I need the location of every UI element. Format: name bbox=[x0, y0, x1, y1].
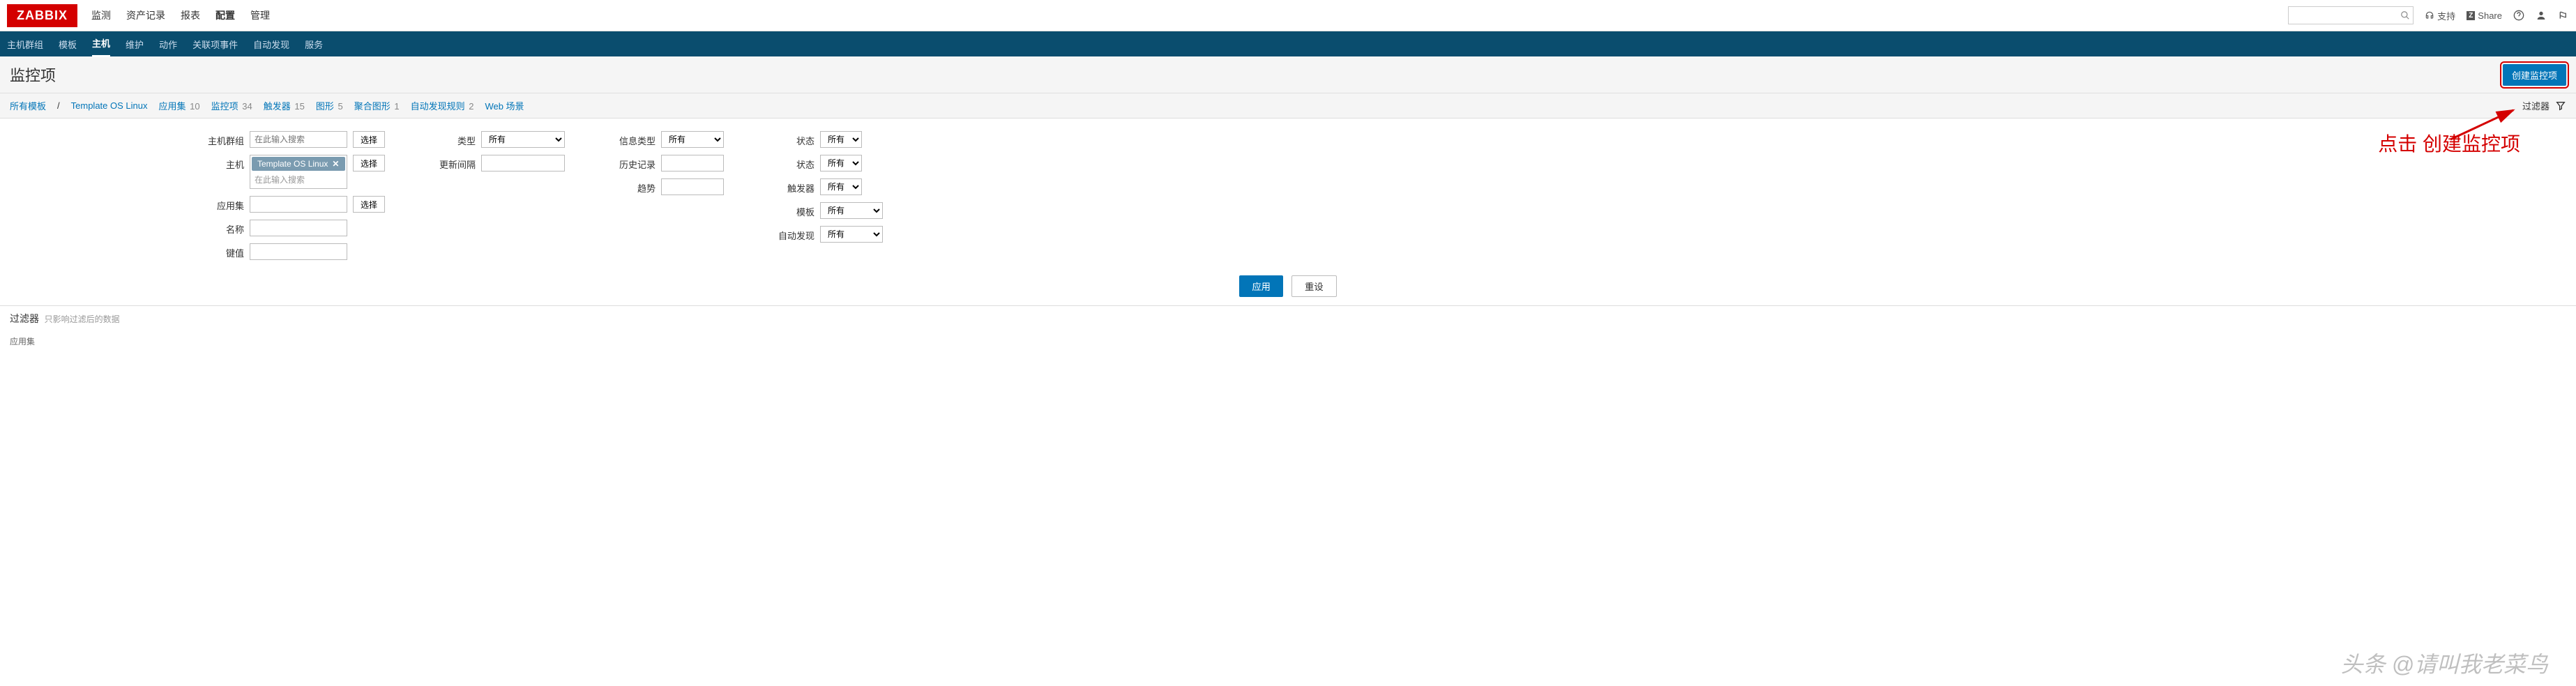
page-title: 监控项 bbox=[10, 63, 2503, 86]
appset-footer-label: 应用集 bbox=[0, 331, 2576, 351]
label-trend: 趋势 bbox=[607, 178, 656, 195]
subnav-hosts[interactable]: 主机 bbox=[92, 31, 110, 57]
state2-select[interactable]: 所有 bbox=[820, 155, 862, 172]
nav-inventory[interactable]: 资产记录 bbox=[126, 8, 165, 22]
state1-select[interactable]: 所有 bbox=[820, 131, 862, 148]
tab-discovery-rules[interactable]: 自动发现规则 2 bbox=[411, 99, 474, 112]
interval-input[interactable] bbox=[481, 155, 565, 172]
label-hostgroup: 主机群组 bbox=[195, 131, 244, 147]
filter-footer-title: 过滤器 bbox=[10, 313, 39, 324]
filter-footer-sub: 只影响过滤后的数据 bbox=[45, 314, 120, 324]
search-icon bbox=[2400, 10, 2410, 20]
tab-appset[interactable]: 应用集 10 bbox=[158, 99, 199, 112]
subnav-correlation[interactable]: 关联项事件 bbox=[192, 32, 238, 56]
label-trigger: 触发器 bbox=[766, 178, 815, 195]
history-input[interactable] bbox=[661, 155, 724, 172]
template-select[interactable]: 所有 bbox=[820, 202, 883, 219]
logo[interactable]: ZABBIX bbox=[7, 4, 77, 27]
label-host: 主机 bbox=[195, 155, 244, 171]
nav-config[interactable]: 配置 bbox=[215, 8, 235, 22]
tab-web[interactable]: Web 场景 bbox=[485, 99, 524, 112]
support-link[interactable]: 支持 bbox=[2425, 9, 2455, 22]
type-select[interactable]: 所有 bbox=[481, 131, 565, 148]
hostgroup-input[interactable] bbox=[250, 131, 347, 148]
hostgroup-select-btn[interactable]: 选择 bbox=[353, 131, 385, 148]
help-icon[interactable] bbox=[2513, 10, 2524, 21]
host-select-btn[interactable]: 选择 bbox=[353, 155, 385, 172]
reset-button[interactable]: 重设 bbox=[1291, 275, 1337, 297]
tab-items[interactable]: 监控项 34 bbox=[211, 99, 252, 112]
label-name: 名称 bbox=[195, 220, 244, 236]
label-type: 类型 bbox=[427, 131, 476, 147]
apply-button[interactable]: 应用 bbox=[1239, 275, 1283, 297]
key-input[interactable] bbox=[250, 243, 347, 260]
subnav-hostgroups[interactable]: 主机群组 bbox=[7, 32, 43, 56]
label-key: 键值 bbox=[195, 243, 244, 259]
subnav-services[interactable]: 服务 bbox=[305, 32, 323, 56]
global-search[interactable] bbox=[2288, 6, 2414, 24]
subnav-actions[interactable]: 动作 bbox=[159, 32, 177, 56]
discovery-select[interactable]: 所有 bbox=[820, 226, 883, 243]
headset-icon bbox=[2425, 10, 2434, 20]
appset-input[interactable] bbox=[250, 196, 347, 213]
nav-reports[interactable]: 报表 bbox=[181, 8, 200, 22]
nav-admin[interactable]: 管理 bbox=[250, 8, 270, 22]
subnav-maintenance[interactable]: 维护 bbox=[126, 32, 144, 56]
close-icon[interactable]: ✕ bbox=[332, 159, 339, 169]
host-tag[interactable]: Template OS Linux✕ bbox=[252, 157, 345, 171]
watermark: 头条 @请叫我老菜鸟 bbox=[2341, 647, 2548, 679]
name-input[interactable] bbox=[250, 220, 347, 236]
tab-triggers[interactable]: 触发器 15 bbox=[264, 99, 305, 112]
label-template: 模板 bbox=[766, 202, 815, 218]
label-discovery: 自动发现 bbox=[766, 226, 815, 242]
label-appset: 应用集 bbox=[195, 196, 244, 212]
create-item-button[interactable]: 创建监控项 bbox=[2503, 64, 2566, 86]
breadcrumb-all-templates[interactable]: 所有模板 bbox=[10, 99, 46, 112]
breadcrumb-template[interactable]: Template OS Linux bbox=[71, 100, 148, 111]
z-icon: Z bbox=[2467, 11, 2475, 20]
user-icon[interactable] bbox=[2536, 10, 2547, 21]
infotype-select[interactable]: 所有 bbox=[661, 131, 724, 148]
trigger-select[interactable]: 所有 bbox=[820, 178, 862, 195]
subnav-templates[interactable]: 模板 bbox=[59, 32, 77, 56]
host-multiselect[interactable]: Template OS Linux✕ 在此输入搜索 bbox=[250, 155, 347, 189]
label-history: 历史记录 bbox=[607, 155, 656, 171]
label-state2: 状态 bbox=[766, 155, 815, 171]
tab-screens[interactable]: 聚合图形 1 bbox=[354, 99, 400, 112]
nav-monitor[interactable]: 监测 bbox=[91, 8, 111, 22]
filter-toggle[interactable]: 过滤器 bbox=[2522, 99, 2566, 112]
trend-input[interactable] bbox=[661, 178, 724, 195]
tab-graphs[interactable]: 图形 5 bbox=[316, 99, 343, 112]
subnav-discovery[interactable]: 自动发现 bbox=[253, 32, 289, 56]
appset-select-btn[interactable]: 选择 bbox=[353, 196, 385, 213]
label-state1: 状态 bbox=[766, 131, 815, 147]
filter-icon bbox=[2555, 100, 2566, 112]
share-link[interactable]: Z Share bbox=[2467, 10, 2502, 21]
logout-icon[interactable] bbox=[2558, 10, 2569, 21]
annotation-text: 点击 创建监控项 bbox=[2378, 129, 2520, 157]
label-infotype: 信息类型 bbox=[607, 131, 656, 147]
label-interval: 更新间隔 bbox=[427, 155, 476, 171]
